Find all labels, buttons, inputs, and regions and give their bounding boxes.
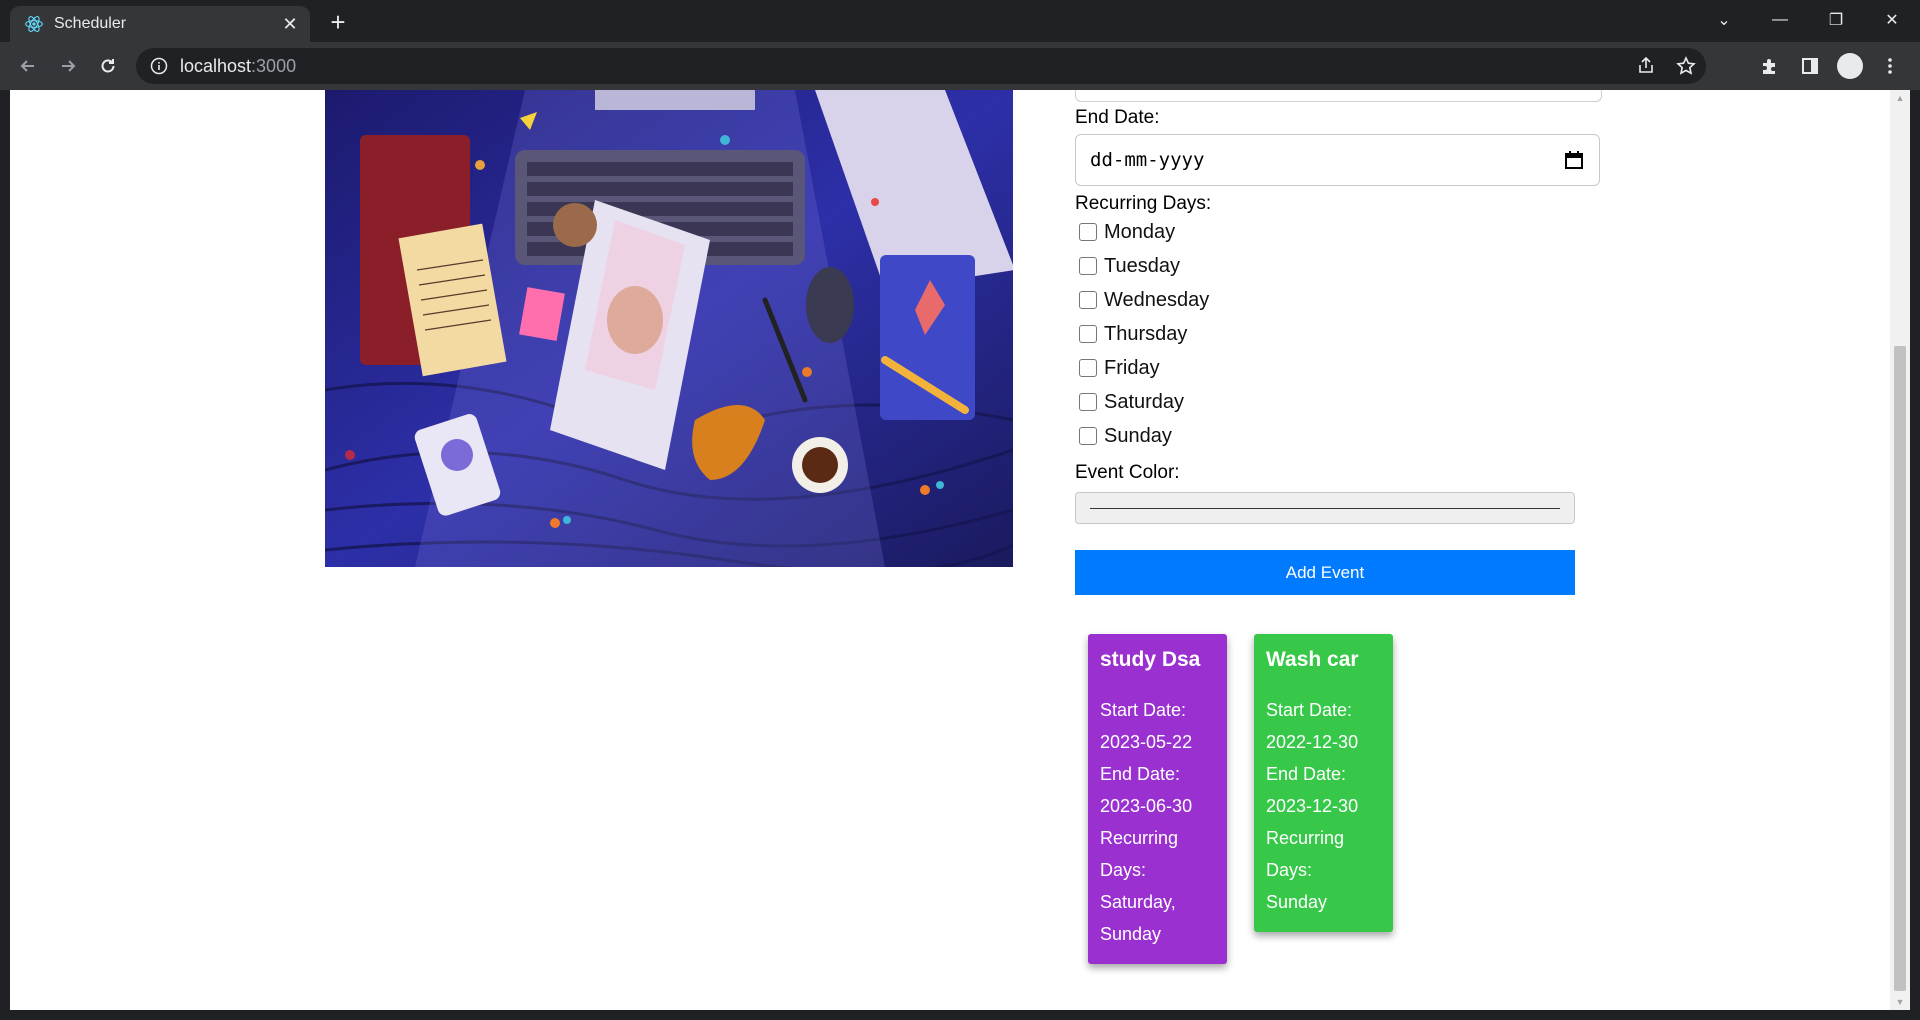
event-card-wash-car[interactable]: Wash car Start Date: 2022-12-30 End Date… [1254,634,1393,932]
window-controls: ⌄ — ❐ ✕ [1696,0,1920,42]
scroll-thumb[interactable] [1894,346,1906,991]
day-sunday[interactable]: Sunday [1079,421,1172,451]
toolbar-actions [1750,46,1910,86]
calendar-icon[interactable] [1563,149,1585,171]
new-tab-button[interactable]: + [322,6,354,38]
recurring-days-label: Recurring [1100,828,1179,848]
bookmark-star-icon[interactable] [1666,48,1706,84]
day-monday[interactable]: Monday [1079,217,1175,247]
end-date-value: 2023-06-30 [1100,796,1193,816]
recurring-days-value-2: Sunday [1100,924,1162,944]
reload-icon [101,59,115,73]
recurring-days-label: Recurring Days: [1075,193,1212,214]
scroll-down-arrow-icon[interactable]: ▼ [1890,994,1910,1010]
end-date-placeholder: dd-mm-yyyy [1090,149,1205,171]
end-date-label: End Date: [1075,107,1160,128]
browser-toolbar: localhost:3000 [0,42,1920,90]
event-list: study Dsa Start Date: 2023-05-22 End Dat… [1088,634,1393,964]
tab-title: Scheduler [54,15,127,32]
end-date-input[interactable]: dd-mm-yyyy [1075,134,1600,186]
recurring-days-value: Saturday, [1100,892,1176,912]
tab-strip: Scheduler ✕ + ⌄ — ❐ ✕ [0,0,1920,42]
recurring-days-value: Sunday [1266,892,1328,912]
recurring-days-label: Recurring [1266,828,1345,848]
extensions-puzzle-icon[interactable] [1750,46,1790,86]
end-date-label: End Date: [1100,764,1181,784]
back-arrow-icon [20,60,34,72]
day-wednesday[interactable]: Wednesday [1079,285,1209,315]
saturday-checkbox[interactable] [1079,393,1097,411]
scroll-up-arrow-icon[interactable]: ▲ [1890,90,1910,106]
start-date-value: 2023-05-22 [1100,732,1193,752]
tab-scheduler[interactable]: Scheduler ✕ [10,6,310,42]
close-icon[interactable]: ✕ [276,14,304,35]
event-color-picker[interactable] [1075,492,1575,524]
day-label: Thursday [1104,322,1188,345]
thursday-checkbox[interactable] [1079,325,1097,343]
day-label: Wednesday [1104,288,1210,311]
close-window-button[interactable]: ✕ [1864,0,1920,40]
tab-search-icon[interactable]: ⌄ [1696,0,1752,40]
reload-button[interactable] [88,46,128,86]
end-date-value: 2023-12-30 [1266,796,1359,816]
end-date-label: End Date: [1266,764,1347,784]
day-label: Tuesday [1104,254,1180,277]
minimize-button[interactable]: — [1752,0,1808,40]
color-swatch [1090,508,1560,509]
address-bar[interactable]: localhost:3000 [136,48,1706,84]
wednesday-checkbox[interactable] [1079,291,1097,309]
restore-button[interactable]: ❐ [1808,0,1864,40]
forward-arrow-icon [62,60,76,72]
side-panel-icon[interactable] [1790,46,1830,86]
event-card-study-dsa[interactable]: study Dsa Start Date: 2023-05-22 End Dat… [1088,634,1227,964]
add-event-button[interactable]: Add Event [1075,550,1575,595]
desk-illustration [325,90,1013,567]
start-date-value: 2022-12-30 [1266,732,1359,752]
recurring-days-label-2: Days: [1266,860,1313,880]
share-icon[interactable] [1626,48,1666,84]
event-color-label: Event Color: [1075,462,1180,483]
monday-checkbox[interactable] [1079,223,1097,241]
start-date-input-fragment[interactable] [1075,90,1602,102]
day-tuesday[interactable]: Tuesday [1079,251,1180,281]
day-saturday[interactable]: Saturday [1079,387,1184,417]
friday-checkbox[interactable] [1079,359,1097,377]
sunday-checkbox[interactable] [1079,427,1097,445]
info-icon[interactable] [150,57,168,75]
tuesday-checkbox[interactable] [1079,257,1097,275]
day-label: Sunday [1104,424,1172,447]
back-button[interactable] [8,46,48,86]
day-label: Friday [1104,356,1160,379]
omnibox-actions [1626,48,1706,84]
menu-kebab-icon[interactable] [1870,46,1910,86]
start-date-label: Start Date: [1100,700,1187,720]
day-thursday[interactable]: Thursday [1079,319,1187,349]
url-host: localhost [180,55,252,76]
day-friday[interactable]: Friday [1079,353,1160,383]
profile-avatar[interactable] [1837,53,1863,79]
day-label: Monday [1104,220,1176,243]
page-viewport: End Date: dd-mm-yyyy Recurring Days: Mon… [10,90,1890,1010]
page-scrollbar[interactable]: ▲ ▼ [1890,90,1910,1010]
day-label: Saturday [1104,390,1185,413]
recurring-days-label-2: Days: [1100,860,1147,880]
forward-button[interactable] [48,46,88,86]
event-title: study Dsa [1100,648,1201,671]
react-logo-icon [25,16,43,32]
url-port: :3000 [251,55,297,76]
start-date-label: Start Date: [1266,700,1353,720]
event-title: Wash car [1266,648,1359,671]
